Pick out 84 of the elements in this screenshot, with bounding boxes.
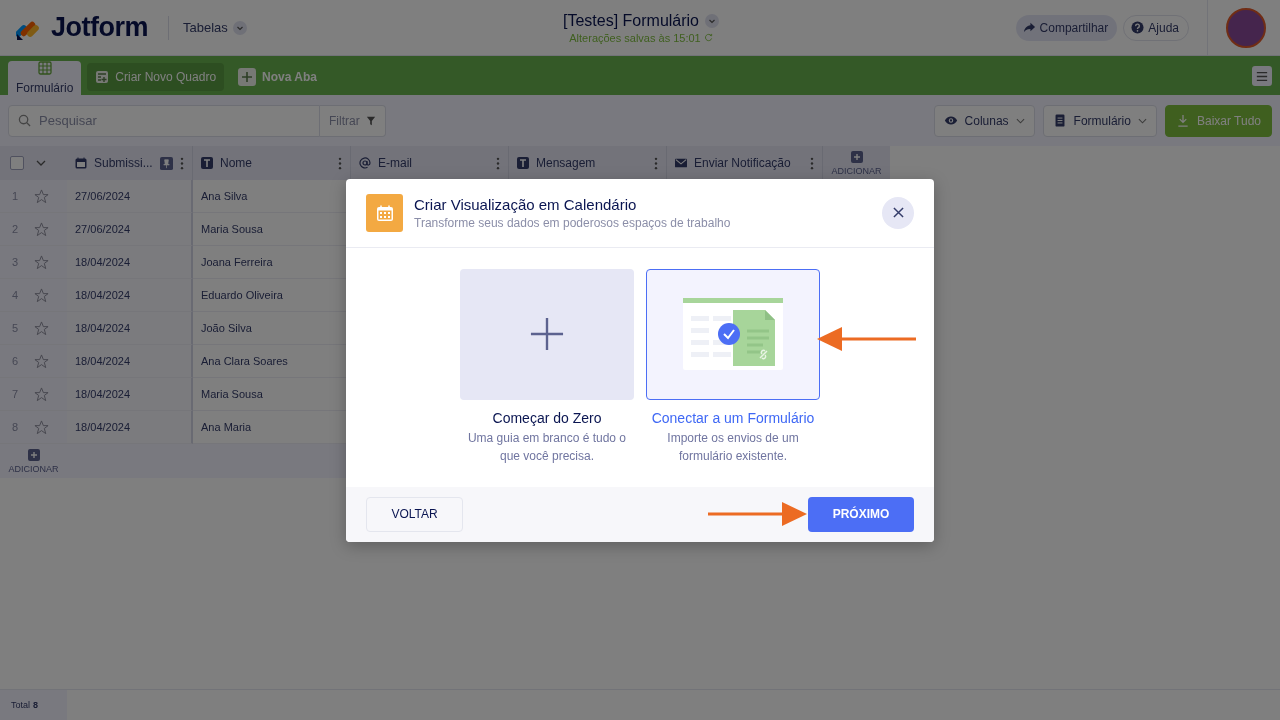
chevron-icon	[1137, 117, 1147, 124]
next-button[interactable]: PRÓXIMO	[808, 496, 914, 532]
plus-icon	[238, 68, 257, 86]
more-icon[interactable]	[180, 156, 184, 170]
form-title[interactable]: [Testes] Formulário	[562, 11, 699, 30]
close-icon	[892, 207, 904, 218]
search-icon	[18, 114, 31, 127]
option-description: Importe os envios de um formulário existente.	[666, 429, 800, 465]
table-cell: 18/04/2024	[67, 345, 193, 378]
table-cell: 18/04/2024	[67, 378, 193, 411]
share-button[interactable]: Compartilhar	[1015, 14, 1118, 41]
modal-subtitle: Transforme seus dados em poderosos espaços de trabalho	[414, 215, 732, 230]
more-icon[interactable]	[654, 156, 658, 170]
table-cell: 27/06/2024	[67, 213, 193, 246]
help-icon	[1131, 21, 1145, 34]
search-field[interactable]: Pesquisar	[8, 104, 320, 137]
option-description: Uma guia em branco é tudo o que você precisa.	[466, 429, 628, 465]
menu-icon	[1256, 70, 1268, 82]
star-icon[interactable]	[34, 320, 49, 336]
table-cell: 27/06/2024	[67, 180, 193, 213]
plus-icon	[850, 150, 863, 163]
add-row-button[interactable]: ADICIONAR	[0, 444, 67, 478]
table-cell: 18/04/2024	[67, 312, 193, 345]
board-plus-icon	[95, 70, 110, 84]
plus-icon	[27, 448, 40, 461]
calendar-icon	[75, 157, 87, 169]
envelope-icon	[675, 157, 687, 169]
menu-button[interactable]	[1252, 66, 1272, 86]
star-icon[interactable]	[34, 221, 49, 237]
more-icon[interactable]	[810, 156, 814, 170]
dropdown-button[interactable]: Formulário	[1042, 104, 1157, 137]
refresh-icon	[703, 33, 713, 42]
option-title[interactable]: Começar do Zero	[492, 409, 602, 426]
option-title[interactable]: Conectar a um Formulário	[651, 409, 815, 426]
logo-text[interactable]: Jotform	[51, 12, 148, 43]
add-tab-button[interactable]: Nova Aba	[230, 63, 325, 91]
more-icon[interactable]	[496, 156, 500, 170]
more-icon[interactable]	[338, 156, 342, 170]
column-header[interactable]: Submissi...	[67, 146, 193, 180]
close-button[interactable]	[882, 196, 914, 229]
column-header[interactable]: Nome	[193, 146, 351, 180]
column-header[interactable]: Mensagem	[509, 146, 667, 180]
download-button[interactable]: Baixar Tudo	[1164, 104, 1272, 137]
add-column-button[interactable]: ADICIONAR	[823, 146, 890, 180]
text-type-icon	[201, 157, 213, 169]
column-header[interactable]: Enviar Notificação	[667, 146, 823, 180]
search-input[interactable]: Pesquisar	[37, 112, 301, 129]
back-button[interactable]: VOLTAR	[366, 496, 463, 532]
save-status: Alterações salvas às 15:01	[569, 31, 701, 44]
share-icon	[1022, 21, 1036, 34]
filter-icon	[365, 115, 376, 126]
star-icon[interactable]	[34, 287, 49, 303]
table-cell: 18/04/2024	[67, 246, 193, 279]
tab[interactable]: Formulário	[8, 61, 82, 95]
dropdown-button[interactable]: Colunas	[933, 104, 1035, 137]
pin-icon[interactable]	[160, 156, 173, 170]
at-icon	[359, 157, 371, 169]
eye-icon	[943, 114, 958, 127]
grid-icon	[37, 61, 52, 75]
chevron-icon	[232, 20, 247, 35]
column-header[interactable]: E-mail	[351, 146, 509, 180]
table-cell: 18/04/2024	[67, 411, 193, 444]
star-icon[interactable]	[34, 419, 49, 435]
table-cell: 18/04/2024	[67, 279, 193, 312]
help-button[interactable]: Ajuda	[1123, 14, 1189, 41]
download-icon	[1175, 114, 1190, 127]
chevron-icon[interactable]	[705, 13, 719, 28]
star-icon[interactable]	[34, 386, 49, 402]
tab[interactable]: Criar Novo Quadro	[87, 63, 225, 91]
star-icon[interactable]	[34, 254, 49, 270]
avatar[interactable]	[1226, 7, 1266, 48]
select-all-checkbox[interactable]	[10, 156, 24, 170]
star-icon[interactable]	[34, 188, 49, 204]
filter-button[interactable]: Filtrar	[320, 104, 386, 137]
calendar-icon	[366, 193, 403, 232]
option-card[interactable]	[646, 268, 820, 400]
plus-icon	[530, 317, 564, 351]
text-type-icon	[517, 157, 529, 169]
chevron-icon	[1015, 117, 1025, 124]
star-icon[interactable]	[34, 353, 49, 369]
chevron-icon[interactable]	[36, 160, 46, 166]
modal-title: Criar Visualização em Calendário	[414, 195, 638, 213]
total-count: Total 8	[0, 690, 67, 720]
tables-menu[interactable]: Tabelas	[183, 20, 247, 35]
